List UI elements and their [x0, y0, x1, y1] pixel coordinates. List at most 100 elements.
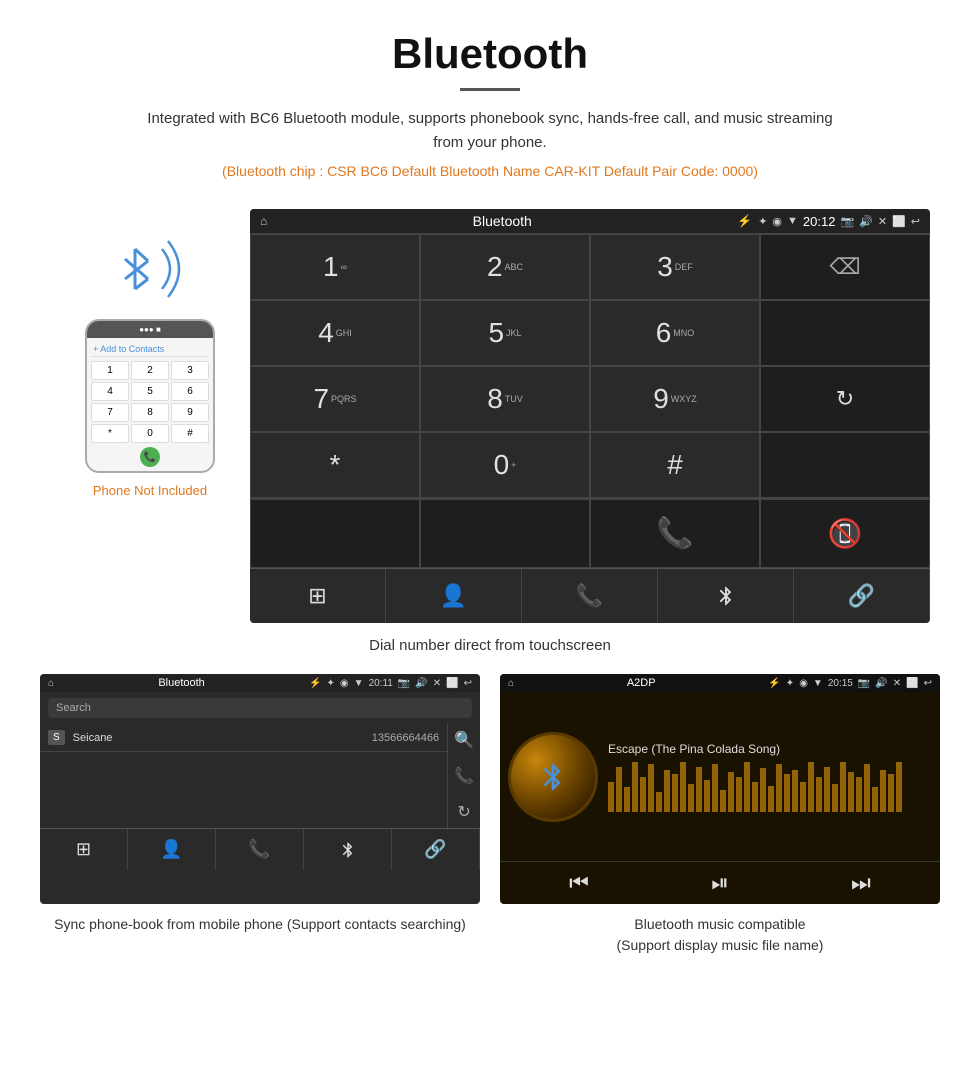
- phone-key-7: 7: [91, 403, 129, 422]
- dial-grid: 1∞ 2ABC 3DEF ⌫ 4GHI 5JKL 6MNO: [250, 233, 930, 498]
- phone-call-row: 📞: [91, 447, 209, 467]
- dial-key-6[interactable]: 6MNO: [590, 300, 760, 366]
- pb-list: S Seicane 13566664466: [40, 724, 447, 828]
- empty-b2: [420, 499, 590, 568]
- backspace-cell[interactable]: ⌫: [760, 234, 930, 300]
- bt-status-icon: ✦: [758, 215, 767, 228]
- close-icon[interactable]: ✕: [878, 215, 887, 228]
- pb-contact-letter: S: [48, 730, 65, 745]
- pb-win: ⬜: [446, 678, 458, 689]
- chip-info: (Bluetooth chip : CSR BC6 Default Blueto…: [20, 163, 960, 179]
- phone-key-0: 0: [131, 424, 169, 443]
- phone-key-9: 9: [171, 403, 209, 422]
- dial-key-4[interactable]: 4GHI: [250, 300, 420, 366]
- pb-contact-name: Seicane: [73, 732, 372, 744]
- bluetooth-signal: [110, 229, 190, 309]
- pb-vol: 🔊: [415, 678, 427, 689]
- pb-status-bar: ⌂ Bluetooth ⚡ ✦ ◉ ▼ 20:11 📷 🔊 ✕ ⬜ ↩: [40, 674, 480, 692]
- window-icon[interactable]: ⬜: [892, 215, 906, 228]
- pb-side-icons: 🔍 📞 ↻: [447, 724, 480, 828]
- usb-icon: ⚡: [737, 214, 752, 228]
- tab-phone[interactable]: 📞: [522, 569, 658, 623]
- dial-key-8[interactable]: 8TUV: [420, 366, 590, 432]
- dial-key-hash[interactable]: #: [590, 432, 760, 498]
- pb-tab-bt[interactable]: [304, 829, 392, 870]
- pb-search-bar[interactable]: Search: [48, 698, 472, 718]
- pb-x: ✕: [433, 678, 441, 689]
- music-item: ⌂ A2DP ⚡ ✦ ◉ ▼ 20:15 📷 🔊 ✕ ⬜ ↩: [500, 674, 940, 956]
- phone-key-hash: #: [171, 424, 209, 443]
- tab-bluetooth[interactable]: [658, 569, 794, 623]
- pb-search-icon[interactable]: 🔍: [454, 730, 474, 750]
- dial-key-2[interactable]: 2ABC: [420, 234, 590, 300]
- ms-bt: ✦: [786, 678, 794, 689]
- refresh-cell[interactable]: ↻: [760, 366, 930, 432]
- ms-time: 20:15: [828, 678, 853, 689]
- call-green-icon: 📞: [656, 516, 693, 551]
- phone-key-1: 1: [91, 361, 129, 380]
- pb-tab-contacts[interactable]: 👤: [128, 829, 216, 870]
- dial-key-3[interactable]: 3DEF: [590, 234, 760, 300]
- ms-back: ↩: [924, 678, 932, 689]
- pb-bottom-tabs: ⊞ 👤 📞 🔗: [40, 828, 480, 870]
- ms-wifi: ▼: [813, 678, 823, 689]
- phone-dialpad: 1 2 3 4 5 6 7 8 9 * 0 #: [91, 361, 209, 443]
- pb-tab-phone[interactable]: 📞: [216, 829, 304, 870]
- camera-icon[interactable]: 📷: [840, 215, 854, 228]
- tab-link[interactable]: 🔗: [794, 569, 930, 623]
- pb-phone-icon[interactable]: 📞: [454, 766, 474, 786]
- music-bt-icon: [537, 761, 569, 793]
- volume-icon[interactable]: 🔊: [859, 215, 873, 228]
- dial-key-1[interactable]: 1∞: [250, 234, 420, 300]
- phone-key-2: 2: [131, 361, 169, 380]
- call-red-cell[interactable]: 📵: [760, 499, 930, 568]
- phone-mockup: ●●● ■ + Add to Contacts 1 2 3 4 5 6 7 8 …: [85, 319, 215, 473]
- end-call-icon: 📵: [828, 517, 863, 550]
- phone-key-6: 6: [171, 382, 209, 401]
- pb-contact-phone: 13566664466: [372, 732, 439, 744]
- tab-dialpad[interactable]: ⊞: [250, 569, 386, 623]
- phone-key-8: 8: [131, 403, 169, 422]
- pb-time: 20:11: [369, 678, 393, 689]
- empty-b1: [250, 499, 420, 568]
- dial-screen: ⌂ Bluetooth ⚡ ✦ ◉ ▼ 20:12 📷 🔊 ✕ ⬜ ↩ 1∞ 2: [250, 209, 930, 623]
- time-display: 20:12: [803, 214, 836, 229]
- tab-contacts[interactable]: 👤: [386, 569, 522, 623]
- dial-key-5[interactable]: 5JKL: [420, 300, 590, 366]
- pb-wifi: ▼: [354, 678, 364, 689]
- pb-tab-dialpad[interactable]: ⊞: [40, 829, 128, 870]
- pb-sync-icon[interactable]: ↻: [457, 802, 470, 822]
- ms-vol: 🔊: [875, 678, 887, 689]
- music-screenshot: ⌂ A2DP ⚡ ✦ ◉ ▼ 20:15 📷 🔊 ✕ ⬜ ↩: [500, 674, 940, 904]
- refresh-icon: ↻: [836, 386, 854, 412]
- music-caption: Bluetooth music compatible(Support displ…: [500, 914, 940, 956]
- page-header: Bluetooth Integrated with BC6 Bluetooth …: [0, 0, 980, 209]
- next-track-btn[interactable]: ⏭: [851, 870, 871, 896]
- music-info: Escape (The Pina Colada Song): [608, 742, 932, 812]
- dial-key-9[interactable]: 9WXYZ: [590, 366, 760, 432]
- dial-key-star[interactable]: *: [250, 432, 420, 498]
- back-icon[interactable]: ↩: [911, 215, 920, 228]
- left-phone-area: ●●● ■ + Add to Contacts 1 2 3 4 5 6 7 8 …: [50, 209, 250, 498]
- ms-x: ✕: [893, 678, 901, 689]
- call-green-cell[interactable]: 📞: [590, 499, 760, 568]
- pb-tab-link[interactable]: 🔗: [392, 829, 480, 870]
- empty-cell-2: [760, 432, 930, 498]
- dial-key-0[interactable]: 0+: [420, 432, 590, 498]
- phone-key-3: 3: [171, 361, 209, 380]
- bluetooth-signal-svg: [110, 229, 190, 309]
- wifi-icon: ▼: [787, 215, 798, 227]
- page-subtitle: Integrated with BC6 Bluetooth module, su…: [140, 107, 840, 155]
- home-icon[interactable]: ⌂: [260, 214, 267, 228]
- dial-screen-title: Bluetooth: [273, 213, 731, 229]
- ms-win: ⬜: [906, 678, 918, 689]
- phonebook-screenshot: ⌂ Bluetooth ⚡ ✦ ◉ ▼ 20:11 📷 🔊 ✕ ⬜ ↩ Sear…: [40, 674, 480, 904]
- prev-track-btn[interactable]: ⏮: [569, 870, 589, 896]
- phonebook-item: ⌂ Bluetooth ⚡ ✦ ◉ ▼ 20:11 📷 🔊 ✕ ⬜ ↩ Sear…: [40, 674, 480, 956]
- main-content: ●●● ■ + Add to Contacts 1 2 3 4 5 6 7 8 …: [0, 209, 980, 623]
- dial-key-7[interactable]: 7PQRS: [250, 366, 420, 432]
- play-pause-btn[interactable]: ⏯: [711, 870, 729, 896]
- pb-bt: ✦: [327, 678, 335, 689]
- pb-contact-row: S Seicane 13566664466: [40, 724, 447, 752]
- pb-cam: 📷: [398, 678, 410, 689]
